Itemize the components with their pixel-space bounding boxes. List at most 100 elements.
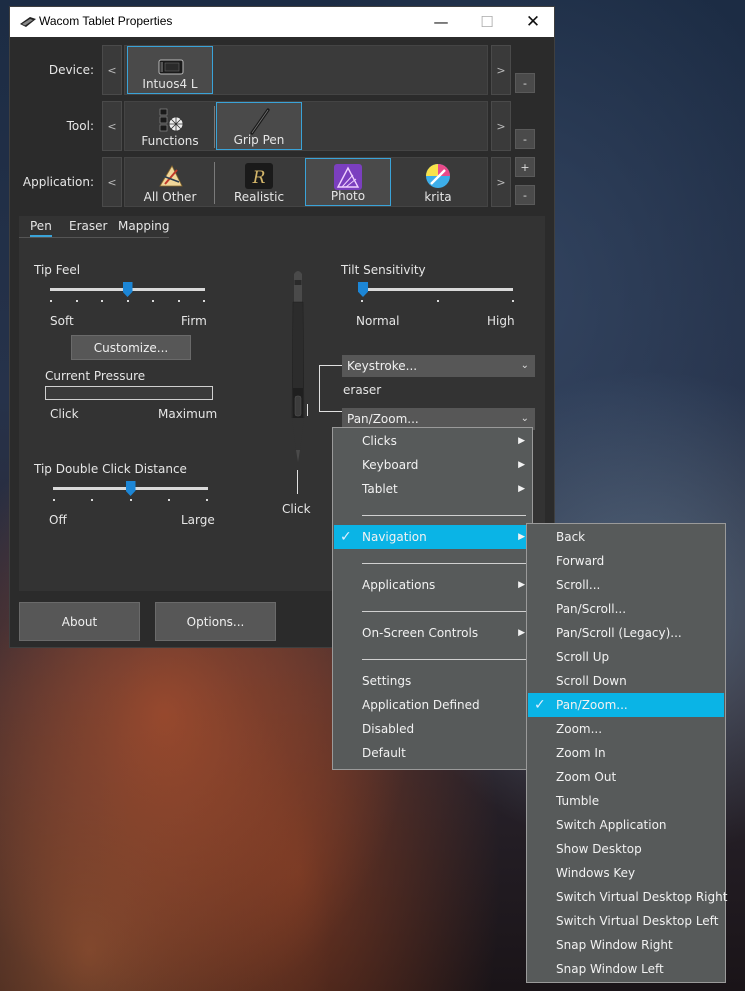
tilt-sensitivity-slider-thumb[interactable] xyxy=(358,282,368,297)
menu-item-pan-scroll-legacy[interactable]: Pan/Scroll (Legacy)... xyxy=(528,621,724,645)
app-tile-all-other[interactable]: All Other xyxy=(127,158,213,206)
tool-tile-functions[interactable]: Functions xyxy=(127,102,213,150)
tool-remove-button[interactable]: - xyxy=(515,129,535,149)
menu-item-label: Zoom Out xyxy=(556,770,617,784)
pressure-maximum-label: Maximum xyxy=(158,407,218,421)
slider-tick xyxy=(152,300,154,302)
application-scroll-right-button[interactable]: > xyxy=(491,157,511,207)
menu-item-scroll-down[interactable]: Scroll Down xyxy=(528,669,724,693)
menu-item-label: Zoom... xyxy=(556,722,603,736)
app-tile-realistic[interactable]: R Realistic xyxy=(216,158,302,206)
menu-item-snap-window-right[interactable]: Snap Window Right xyxy=(528,933,724,957)
submenu-arrow-icon: ▶ xyxy=(518,436,525,446)
menu-item-label: Scroll... xyxy=(556,578,601,592)
menu-item-label: Navigation xyxy=(362,530,427,544)
upper-side-button-dropdown[interactable]: Keystroke... ⌄ xyxy=(342,355,535,377)
tab-pen[interactable]: Pen xyxy=(30,219,52,237)
functions-icon xyxy=(159,108,184,132)
menu-item-application-defined[interactable]: Application Defined xyxy=(334,693,531,717)
menu-item-navigation[interactable]: ✓ Navigation ▶ xyxy=(334,525,531,549)
tab-eraser[interactable]: Eraser xyxy=(69,219,107,233)
maximize-button[interactable]: ☐ xyxy=(464,7,510,37)
menu-item-label: Show Desktop xyxy=(556,842,642,856)
menu-item-label: Back xyxy=(556,530,586,544)
tab-mapping[interactable]: Mapping xyxy=(118,219,170,233)
menu-item-label: Keyboard xyxy=(362,458,419,472)
menu-item-scroll[interactable]: Scroll... xyxy=(528,573,724,597)
device-scroll-right-button[interactable]: > xyxy=(491,45,511,95)
tip-feel-soft-label: Soft xyxy=(50,314,74,328)
menu-item-on-screen-controls[interactable]: On-Screen Controls ▶ xyxy=(334,621,531,645)
menu-item-snap-window-left[interactable]: Snap Window Left xyxy=(528,957,724,981)
menu-item-pan-zoom[interactable]: ✓ Pan/Zoom... xyxy=(528,693,724,717)
close-button[interactable]: ✕ xyxy=(510,7,556,37)
tip-double-click-off-label: Off xyxy=(49,513,67,527)
app-tile-krita[interactable]: krita xyxy=(395,158,481,206)
tool-tile-grip-pen[interactable]: Grip Pen xyxy=(216,102,302,150)
menu-separator xyxy=(362,611,526,612)
app-tile-label: krita xyxy=(424,190,452,204)
menu-item-switch-virtual-desktop-left[interactable]: Switch Virtual Desktop Left xyxy=(528,909,724,933)
menu-item-label: Snap Window Left xyxy=(556,962,664,976)
submenu-arrow-icon: ▶ xyxy=(518,532,525,542)
menu-item-clicks[interactable]: Clicks ▶ xyxy=(334,429,531,453)
tilt-sensitivity-slider[interactable] xyxy=(359,288,513,291)
menu-item-settings[interactable]: Settings xyxy=(334,669,531,693)
slider-tick xyxy=(436,300,439,302)
tool-scroll-left-button[interactable]: < xyxy=(102,101,122,151)
menu-item-switch-application[interactable]: Switch Application xyxy=(528,813,724,837)
app-tile-label: All Other xyxy=(143,190,197,204)
menu-item-zoom-in[interactable]: Zoom In xyxy=(528,741,724,765)
application-remove-button[interactable]: - xyxy=(515,185,535,205)
device-label: Device: xyxy=(48,63,94,77)
app-tile-photo[interactable]: Photo xyxy=(305,158,391,206)
menu-item-pan-scroll[interactable]: Pan/Scroll... xyxy=(528,597,724,621)
tip-feel-slider-thumb[interactable] xyxy=(122,282,133,297)
device-remove-button[interactable]: - xyxy=(515,73,535,93)
minimize-button[interactable]: — xyxy=(418,7,464,37)
menu-item-tablet[interactable]: Tablet ▶ xyxy=(334,477,531,501)
tool-strip: Functions Grip Pen xyxy=(124,101,488,151)
menu-item-disabled[interactable]: Disabled xyxy=(334,717,531,741)
options-button[interactable]: Options... xyxy=(155,602,276,641)
tip-double-click-slider-thumb[interactable] xyxy=(125,481,136,496)
menu-item-switch-virtual-desktop-right[interactable]: Switch Virtual Desktop Right xyxy=(528,885,727,909)
slider-tick xyxy=(512,300,514,302)
menu-item-forward[interactable]: Forward xyxy=(528,549,724,573)
application-scroll-left-button[interactable]: < xyxy=(102,157,122,207)
menu-separator xyxy=(362,563,526,564)
device-scroll-left-button[interactable]: < xyxy=(102,45,122,95)
about-button[interactable]: About xyxy=(19,602,140,641)
menu-item-default[interactable]: Default xyxy=(334,741,531,765)
tip-click-label: Click xyxy=(282,502,311,516)
device-strip: Intuos4 L xyxy=(124,45,488,95)
menu-item-tumble[interactable]: Tumble xyxy=(528,789,724,813)
upper-side-button-value: Keystroke... xyxy=(347,359,418,373)
connector-line xyxy=(307,404,308,416)
customize-button[interactable]: Customize... xyxy=(71,335,191,360)
tip-feel-firm-label: Firm xyxy=(181,314,207,328)
tool-label: Tool: xyxy=(66,119,94,133)
chevron-down-icon: ⌄ xyxy=(520,360,529,371)
menu-item-applications[interactable]: Applications ▶ xyxy=(334,573,531,597)
slider-tick xyxy=(50,300,52,302)
menu-item-show-desktop[interactable]: Show Desktop xyxy=(528,837,724,861)
submenu-arrow-icon: ▶ xyxy=(518,580,525,590)
device-tile-intuos4[interactable]: Intuos4 L xyxy=(127,46,213,94)
menu-item-zoom-out[interactable]: Zoom Out xyxy=(528,765,724,789)
lower-side-button-value: Pan/Zoom... xyxy=(347,412,419,426)
menu-item-back[interactable]: Back xyxy=(528,525,724,549)
menu-item-zoom[interactable]: Zoom... xyxy=(528,717,724,741)
tool-scroll-right-button[interactable]: > xyxy=(491,101,511,151)
slider-tick xyxy=(129,499,132,501)
tilt-normal-label: Normal xyxy=(356,314,400,328)
title-bar[interactable]: Wacom Tablet Properties — ☐ ✕ xyxy=(10,7,554,37)
menu-item-keyboard[interactable]: Keyboard ▶ xyxy=(334,453,531,477)
checkmark-icon: ✓ xyxy=(340,529,352,545)
pen-illustration xyxy=(291,271,305,462)
application-add-button[interactable]: + xyxy=(515,157,535,177)
menu-item-label: Pan/Scroll (Legacy)... xyxy=(556,626,682,640)
menu-item-windows-key[interactable]: Windows Key xyxy=(528,861,724,885)
menu-item-scroll-up[interactable]: Scroll Up xyxy=(528,645,724,669)
menu-item-label: Tumble xyxy=(556,794,600,808)
